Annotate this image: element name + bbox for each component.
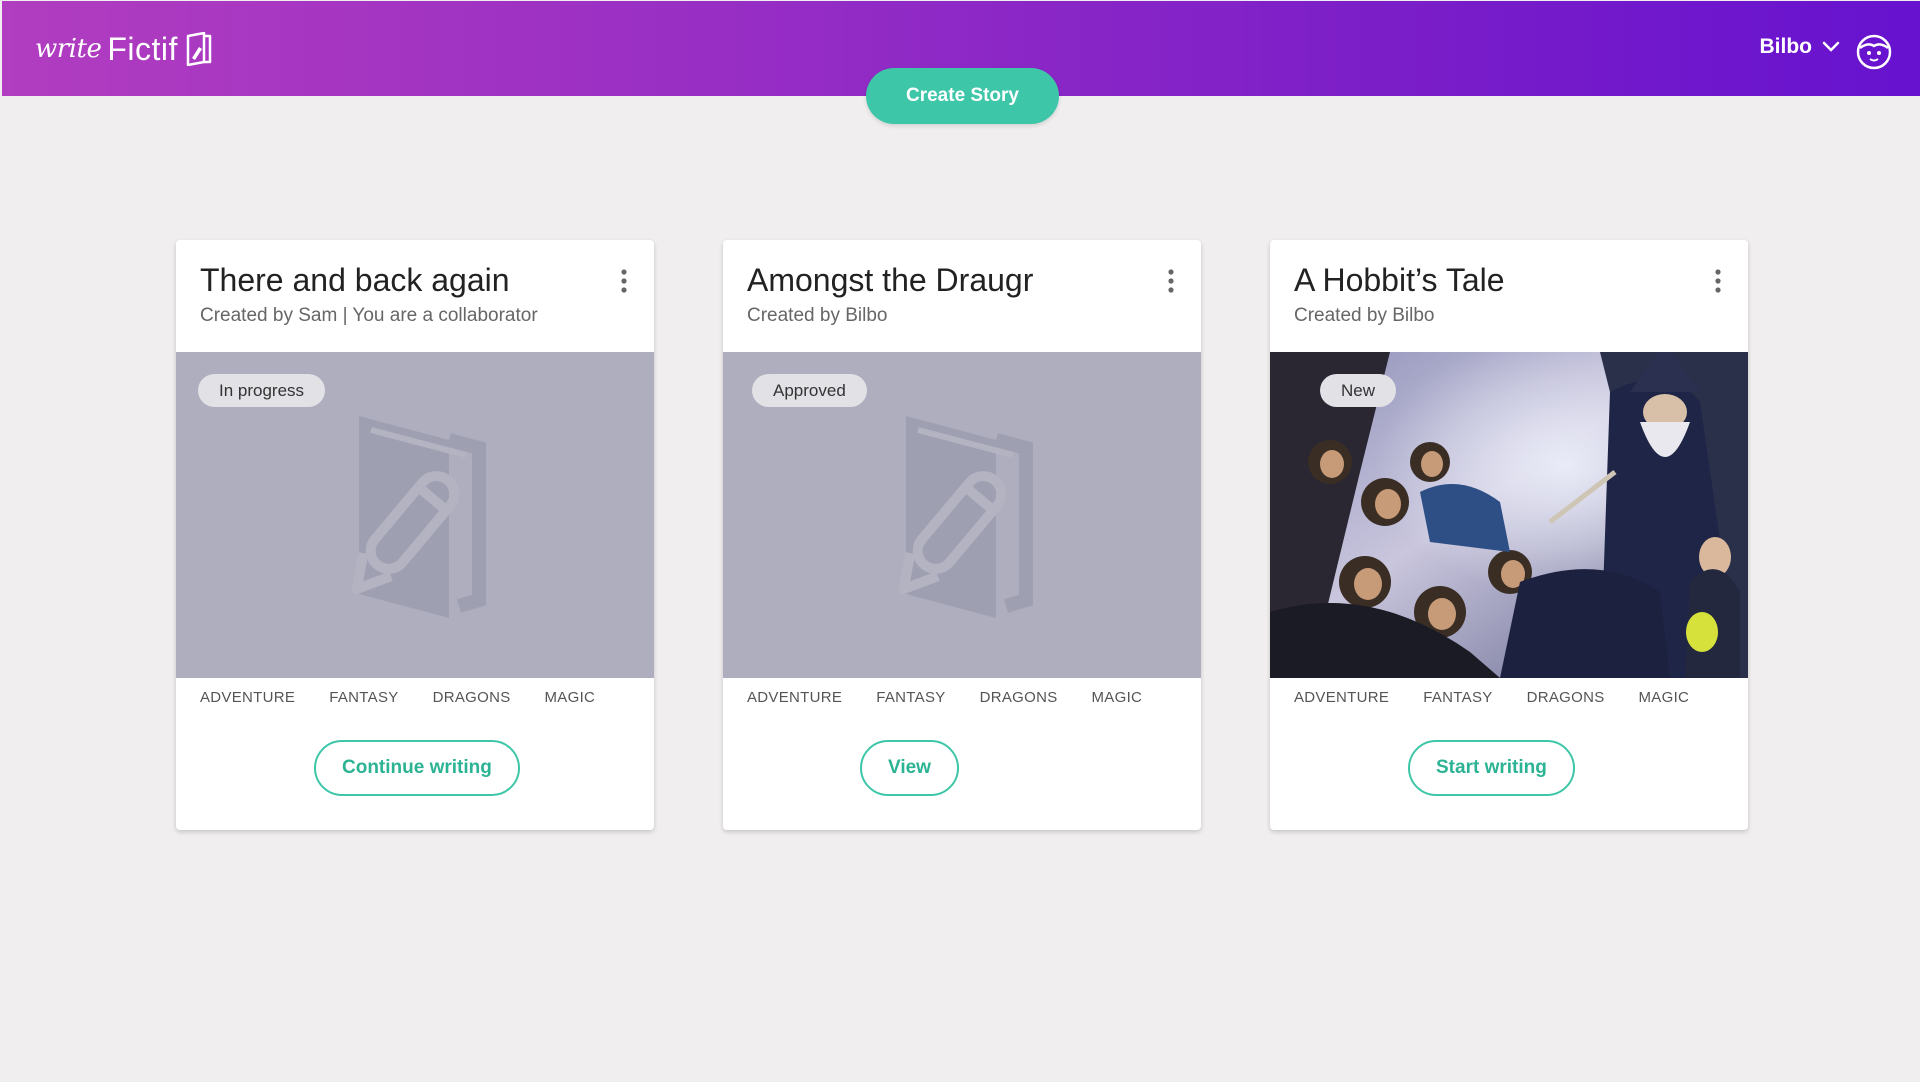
story-card: A Hobbit’s Tale Created by Bilbo New ADV… [1270,240,1748,830]
tag[interactable]: DRAGONS [1527,689,1605,706]
chevron-down-icon [1822,41,1840,52]
create-story-button[interactable]: Create Story [866,68,1059,124]
status-badge: Approved [752,374,867,407]
story-title: Amongst the Draugr [747,262,1034,298]
status-badge: New [1320,374,1397,407]
tag[interactable]: MAGIC [1639,689,1690,706]
book-pencil-placeholder-icon [898,416,1033,618]
avatar-icon[interactable] [1856,34,1892,70]
story-title: A Hobbit’s Tale [1294,262,1505,298]
logo-brand-text: Fictif [107,30,178,67]
book-pencil-placeholder-icon [351,416,486,618]
status-badge: In progress [198,374,326,407]
logo-script-text: write [35,34,102,64]
user-name: Bilbo [1759,35,1813,58]
tag[interactable]: FANTASY [876,689,945,706]
story-subtitle: Created by Bilbo [1294,305,1435,326]
story-cover-illustration[interactable]: New [1270,352,1748,678]
user-menu[interactable]: Bilbo [1760,35,1841,59]
story-subtitle: Created by Sam | You are a collaborator [200,305,538,326]
story-subtitle: Created by Bilbo [747,305,888,326]
app-logo[interactable]: write Fictif [35,29,214,69]
story-card: There and back again Created by Sam | Yo… [176,240,654,830]
tag-list: ADVENTURE FANTASY DRAGONS MAGIC [747,689,1176,706]
tag[interactable]: ADVENTURE [200,689,295,706]
tag-list: ADVENTURE FANTASY DRAGONS MAGIC [200,689,629,706]
more-options-icon[interactable] [618,268,630,294]
tag[interactable]: ADVENTURE [747,689,842,706]
story-cover[interactable]: Approved [723,352,1201,678]
view-button[interactable]: View [860,740,959,796]
start-writing-button[interactable]: Start writing [1408,740,1575,796]
story-card: Amongst the Draugr Created by Bilbo Appr… [723,240,1201,830]
story-cover[interactable]: In progress [176,352,654,678]
book-pencil-icon [186,32,212,66]
tag[interactable]: FANTASY [1423,689,1492,706]
more-options-icon[interactable] [1165,268,1177,294]
more-options-icon[interactable] [1712,268,1724,294]
tag[interactable]: MAGIC [545,689,596,706]
tag-list: ADVENTURE FANTASY DRAGONS MAGIC [1294,689,1723,706]
tag[interactable]: ADVENTURE [1294,689,1389,706]
tag[interactable]: DRAGONS [433,689,511,706]
tag[interactable]: DRAGONS [980,689,1058,706]
story-title: There and back again [200,262,510,298]
tag[interactable]: FANTASY [329,689,398,706]
continue-writing-button[interactable]: Continue writing [314,740,520,796]
tag[interactable]: MAGIC [1092,689,1143,706]
